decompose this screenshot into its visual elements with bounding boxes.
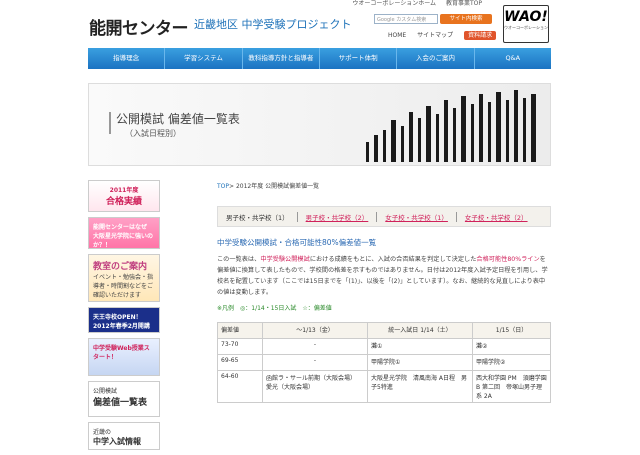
table-header: 〜1/13（金）	[262, 322, 368, 339]
top-link-home[interactable]: ウオーコーポレーションホーム	[352, 0, 436, 7]
table-cell: -	[262, 354, 368, 371]
header-links: HOME サイトマップ 資料請求	[388, 30, 505, 40]
table-header: 1/15（日）	[472, 322, 551, 339]
table-cell: -	[262, 338, 368, 355]
banner-accent-bar	[109, 112, 111, 134]
intro-highlight-2: 合格可能性80%ライン	[476, 256, 540, 263]
intro-text-2: における成績をもとに、入試の合否結果を判定して決定した	[309, 256, 477, 263]
table-cell[interactable]: 灘①	[367, 338, 473, 355]
nav-item-philosophy[interactable]: 指導理念	[88, 48, 166, 69]
table-cell[interactable]: 甲陽学院①	[367, 354, 473, 371]
sidebar-card-exam-info[interactable]: 近畿の 中学入試情報	[88, 422, 160, 450]
wao-logo-sub: ウオーコーポレーション	[504, 25, 548, 30]
main-nav: 指導理念 学習システム 教科指導方針と指導者 サポート体制 入会のご案内 Q&A	[88, 48, 551, 69]
wao-logo[interactable]: WAO! ウオーコーポレーション	[503, 5, 549, 43]
site-logo[interactable]: 能開センター	[89, 14, 189, 39]
wao-logo-text: WAO!	[504, 9, 548, 25]
site-subtitle: 近畿地区 中学受験プロジェクト	[194, 18, 352, 31]
table-cell[interactable]: 甲陽学院②	[472, 354, 551, 371]
intro-text-1: この一覧表は、	[217, 256, 261, 263]
sidebar-card-web-lesson-line1: 中学受験Web授業スタート！	[93, 345, 150, 361]
sidebar-card-seiko-line1: 能開センターはなぜ	[93, 224, 148, 231]
banner-title: 公開模試 偏差値一覧表	[116, 112, 240, 126]
table-header: 偏差値	[217, 322, 263, 339]
home-link[interactable]: HOME	[388, 32, 406, 39]
top-links: ウオーコーポレーションホーム 教育事業TOP	[344, 0, 482, 7]
section-heading: 中学受験公開模試・合格可能性80%偏差値一覧	[217, 238, 377, 247]
school-tabs: 男子校・共学校（1） 男子校・共学校（2） 女子校・共学校（1） 女子校・共学校…	[217, 206, 551, 227]
tab-boys-coed-2[interactable]: 男子校・共学校（2）	[296, 211, 377, 222]
tab-boys-coed-1[interactable]: 男子校・共学校（1）	[218, 212, 297, 222]
main-content: TOP> 2012年度 公開模試偏差値一覧 男子校・共学校（1） 男子校・共学校…	[217, 181, 551, 403]
deviation-table: 偏差値 〜1/13（金） 統一入試日 1/14（土） 1/15（日） 73-70…	[217, 322, 551, 403]
banner-subtitle: （入試日程別）	[125, 129, 181, 138]
sidebar-card-exam-line2: 中学入試情報	[93, 437, 141, 446]
tab-girls-coed-1[interactable]: 女子校・共学校（1）	[376, 211, 456, 222]
nav-item-qa[interactable]: Q&A	[475, 48, 551, 69]
sidebar-card-results-line2: 合格実績	[105, 197, 142, 207]
sidebar-card-classrooms[interactable]: 教室のご案内 イベント・勉強会・指導者・時間割などをご確認いただけます	[88, 254, 160, 302]
table-cell[interactable]: 大阪星光学院 清風南海 A日程 男子5特進	[367, 370, 473, 403]
table-cell[interactable]: 灘②	[472, 338, 551, 355]
nav-item-admission[interactable]: 入会のご案内	[397, 48, 475, 69]
sidebar-card-classrooms-line1: 教室のご案内	[93, 262, 148, 272]
sidebar: 2011年度 合格実績 能開センターはなぜ 大阪星光学院に強いのか？！ 教室のご…	[88, 180, 160, 455]
page-banner: 公開模試 偏差値一覧表 （入試日程別）	[88, 83, 551, 166]
sidebar-card-deviation-table[interactable]: 公開模試 偏差値一覧表	[88, 381, 160, 417]
search-button[interactable]: サイト内検索	[440, 14, 492, 24]
nav-item-system[interactable]: 学習システム	[165, 48, 243, 69]
breadcrumb-top-link[interactable]: TOP	[217, 183, 229, 190]
table-row: 73-70 - 灘① 灘②	[217, 338, 551, 355]
tab-girls-coed-2[interactable]: 女子校・共学校（2）	[455, 211, 536, 222]
sidebar-card-web-lesson[interactable]: 中学受験Web授業スタート！	[88, 338, 160, 376]
intro-highlight-1: 中学受験公開模試	[260, 256, 310, 263]
table-header-row: 偏差値 〜1/13（金） 統一入試日 1/14（土） 1/15（日）	[217, 322, 551, 339]
search-input[interactable]: Google カスタム検索	[374, 14, 438, 24]
top-link-edu[interactable]: 教育事業TOP	[446, 0, 482, 7]
legend-note: ※凡例 ◎：1/14・15日入試 ☆：偏差値	[217, 305, 332, 312]
sidebar-card-seiko-line2: 大阪星光学院に強いのか？！	[93, 233, 154, 249]
breadcrumb: TOP> 2012年度 公開模試偏差値一覧	[217, 181, 551, 190]
sidebar-card-results-line1: 2011年度	[109, 187, 139, 194]
sitemap-link[interactable]: サイトマップ	[417, 32, 453, 39]
table-cell[interactable]: 西大和学園 PM 須磨学園 B 第二回 帝塚山男子理系 2A	[472, 370, 551, 403]
table-cell: 64-60	[217, 370, 263, 403]
banner-graph-image	[366, 90, 536, 162]
sidebar-card-results[interactable]: 2011年度 合格実績	[88, 180, 160, 212]
breadcrumb-current: > 2012年度 公開模試偏差値一覧	[229, 183, 320, 190]
intro-paragraph: この一覧表は、中学受験公開模試における成績をもとに、入試の合否結果を判定して決定…	[217, 254, 551, 298]
table-cell[interactable]: 函館ラ・サール前期（大阪会場） 愛光（大阪会場）	[262, 370, 368, 403]
request-button[interactable]: 資料請求	[464, 31, 497, 40]
sidebar-card-seiko[interactable]: 能開センターはなぜ 大阪星光学院に強いのか？！	[88, 217, 160, 249]
nav-item-support[interactable]: サポート体制	[320, 48, 398, 69]
table-row: 64-60 函館ラ・サール前期（大阪会場） 愛光（大阪会場） 大阪星光学院 清風…	[217, 370, 551, 403]
sidebar-card-exam-line1: 近畿の	[93, 429, 112, 436]
sidebar-card-deviation-line2: 偏差値一覧表	[93, 398, 148, 408]
sidebar-card-deviation-line1: 公開模試	[93, 388, 118, 395]
sidebar-card-tennoji[interactable]: 天王寺校OPEN！ 2012年春季2月開講	[88, 307, 160, 333]
nav-item-teaching[interactable]: 教科指導方針と指導者	[243, 48, 320, 69]
table-header: 統一入試日 1/14（土）	[367, 322, 473, 339]
table-cell: 73-70	[217, 338, 263, 355]
sidebar-card-tennoji-line2: 2012年春季2月開講	[93, 323, 150, 330]
sidebar-card-tennoji-line1: 天王寺校OPEN！	[93, 314, 142, 321]
sidebar-card-classrooms-line2: イベント・勉強会・指導者・時間割などをご確認いただけます	[93, 274, 154, 299]
table-cell: 69-65	[217, 354, 263, 371]
table-row: 69-65 - 甲陽学院① 甲陽学院②	[217, 354, 551, 371]
